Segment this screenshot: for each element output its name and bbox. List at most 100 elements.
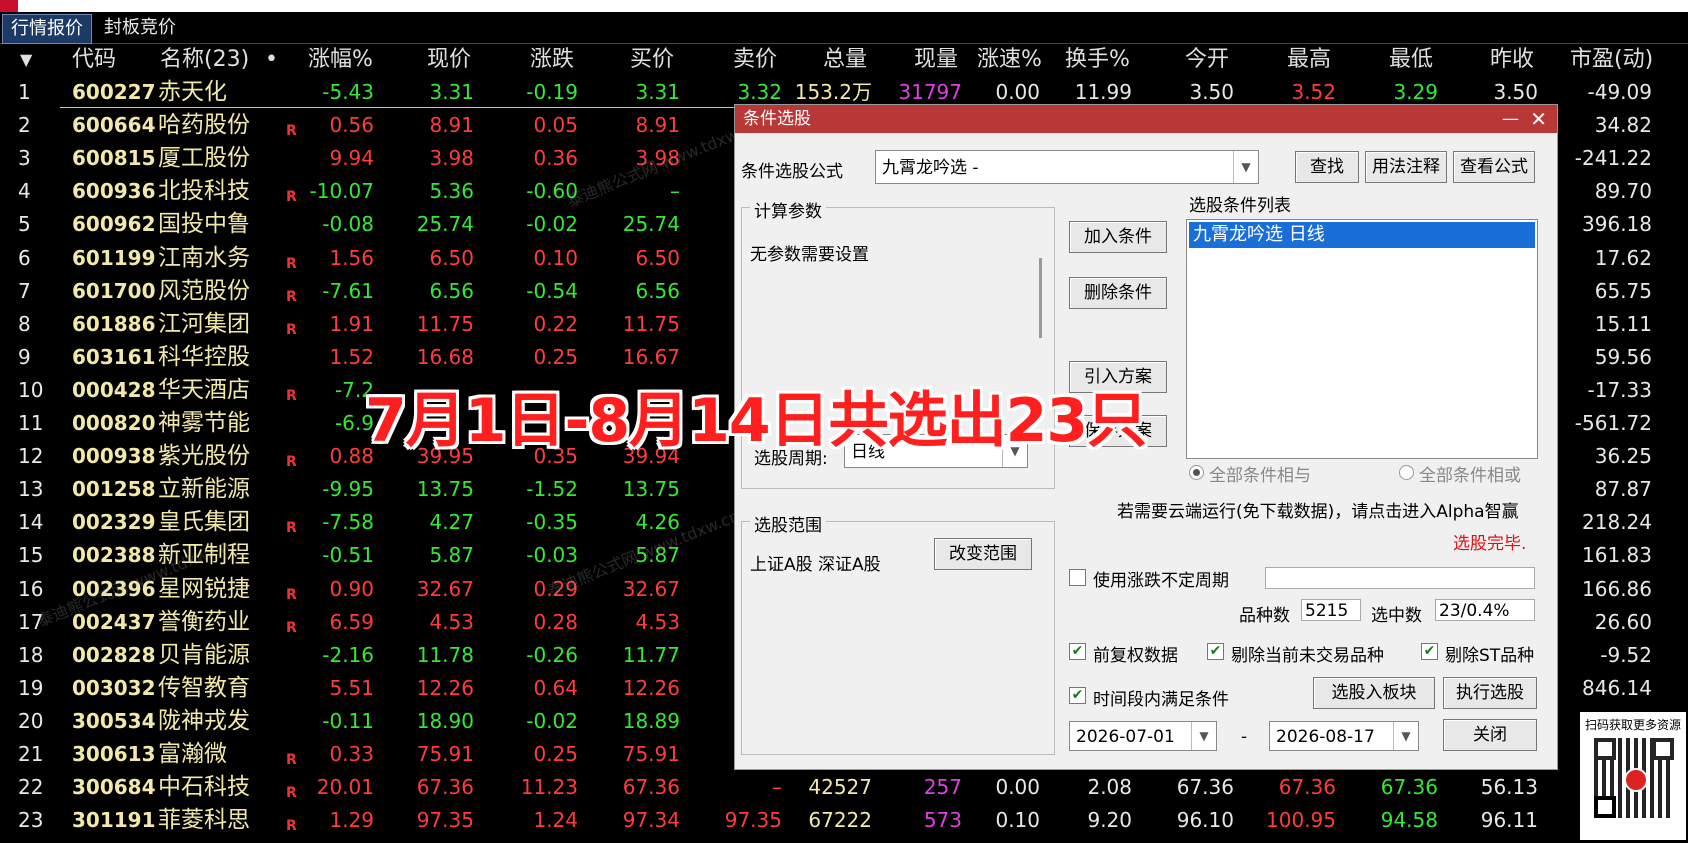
exclude-notrade-label: 剔除当前未交易品种 — [1231, 646, 1384, 666]
cell-name: 华天酒店 — [158, 376, 250, 403]
cell-idx: 19 — [18, 675, 44, 700]
col-low[interactable]: 最低 — [1389, 44, 1433, 76]
cell-chg: 11.23 — [520, 775, 578, 800]
cell-code: 600664 — [72, 113, 156, 138]
to-block-button[interactable]: 选股入板块 — [1313, 677, 1435, 709]
chevron-down-icon[interactable]: ▼ — [1233, 151, 1258, 183]
delete-condition-button[interactable]: 删除条件 — [1069, 277, 1167, 309]
cell-price: 3.31 — [429, 80, 474, 104]
view-formula-button[interactable]: 查看公式 — [1453, 151, 1535, 183]
cell-chg: -0.26 — [526, 642, 578, 667]
tab-quotes[interactable]: 行情报价 — [2, 14, 92, 44]
cell-pe: 166.86 — [1582, 576, 1652, 601]
chevron-down-icon[interactable]: ▼ — [1191, 722, 1216, 750]
col-pe[interactable]: 市盈(动) — [1570, 44, 1653, 76]
cell-bid: 11.75 — [622, 311, 680, 336]
uncertain-period-checkbox[interactable] — [1069, 569, 1086, 586]
cell-idx: 5 — [18, 212, 31, 237]
cell-pct: -7.2 — [334, 377, 374, 402]
qr-code-panel[interactable]: 扫码获取更多资源 — [1580, 712, 1686, 840]
cell-code: 000938 — [72, 444, 156, 469]
exclude-notrade-checkbox[interactable]: ✔ — [1207, 643, 1224, 660]
col-price[interactable]: 现价 — [427, 44, 471, 76]
cell-idx: 8 — [18, 311, 31, 336]
tab-bar: 行情报价 封板竞价 — [0, 12, 1688, 44]
cell-name: 紫光股份 — [158, 443, 250, 470]
minimize-icon[interactable]: — — [1502, 105, 1519, 133]
cell-pe: -9.52 — [1600, 642, 1652, 667]
cell-name: 立新能源 — [158, 476, 250, 503]
col-change-pct[interactable]: 涨幅% — [308, 44, 373, 76]
cell-pct: 0.33 — [329, 742, 374, 766]
col-speed[interactable]: 涨速% — [977, 44, 1042, 76]
cell-low: 67.36 — [1380, 775, 1438, 800]
cell-pct: 9.94 — [329, 146, 374, 171]
col-high[interactable]: 最高 — [1287, 44, 1331, 76]
date-from-picker[interactable]: 2026-07-01 ▼ — [1069, 721, 1217, 751]
close-icon[interactable]: ✕ — [1530, 105, 1547, 133]
add-condition-button[interactable]: 加入条件 — [1069, 221, 1167, 253]
cell-bid: 6.56 — [635, 278, 680, 303]
cell-chg: -0.19 — [526, 80, 578, 104]
condition-list-item[interactable]: 九霄龙吟选 日线 — [1189, 222, 1535, 248]
dialog-title-bar[interactable]: 条件选股 — ✕ — [735, 105, 1557, 133]
col-prev-close[interactable]: 昨收 — [1490, 44, 1534, 76]
cell-code: 601199 — [72, 245, 156, 270]
cell-idx: 13 — [18, 477, 44, 502]
radio-or-label: 全部条件相或 — [1419, 466, 1521, 486]
col-open[interactable]: 今开 — [1185, 44, 1229, 76]
cloud-run-text[interactable]: 若需要云端运行(免下载数据)，请点击进入Alpha智赢 — [1117, 497, 1519, 522]
tab-auction[interactable]: 封板竞价 — [96, 14, 184, 42]
formula-select[interactable]: 九霄龙吟选 - ▼ — [875, 150, 1259, 184]
cell-cur: 573 — [923, 808, 962, 833]
col-turnover[interactable]: 换手% — [1065, 44, 1130, 76]
usage-notes-button[interactable]: 用法注释 — [1365, 151, 1447, 183]
range-group-title: 选股范围 — [750, 511, 826, 536]
close-button[interactable]: 关闭 — [1443, 719, 1537, 751]
table-row[interactable]: 23 301191 菲菱科思 R 1.29 97.35 1.24 97.34 97.35 6722… — [0, 804, 1688, 837]
cell-price: 4.53 — [429, 609, 474, 634]
cell-pe: 87.87 — [1594, 477, 1652, 502]
col-current-vol[interactable]: 现量 — [914, 44, 958, 76]
cell-open: 96.10 — [1176, 808, 1234, 833]
find-button[interactable]: 查找 — [1295, 151, 1359, 183]
cell-bid: 97.34 — [622, 808, 680, 833]
col-change[interactable]: 涨跌 — [530, 44, 574, 76]
change-range-button[interactable]: 改变范围 — [934, 538, 1032, 570]
timerange-checkbox[interactable]: ✔ — [1069, 687, 1086, 704]
cell-name: 哈药股份 — [158, 112, 250, 139]
cell-pct: -0.08 — [322, 212, 374, 237]
cell-chg: -0.02 — [526, 708, 578, 733]
radio-or[interactable] — [1399, 465, 1414, 480]
exclude-st-checkbox[interactable]: ✔ — [1421, 643, 1438, 660]
scrollbar[interactable] — [1039, 258, 1042, 338]
cell-pct: -2.16 — [322, 642, 374, 667]
col-name[interactable]: 名称(23) — [160, 44, 249, 76]
run-select-button[interactable]: 执行选股 — [1443, 677, 1537, 709]
cell-bid: 6.50 — [635, 245, 680, 270]
cell-code: 300534 — [72, 708, 156, 733]
col-ask[interactable]: 卖价 — [733, 44, 777, 76]
forward-adjust-checkbox[interactable]: ✔ — [1069, 643, 1086, 660]
cell-chg: 0.05 — [533, 113, 578, 138]
cell-bid: 67.36 — [622, 775, 680, 800]
cell-name: 风范股份 — [158, 277, 250, 304]
condition-list[interactable]: 九霄龙吟选 日线 — [1186, 219, 1538, 459]
date-to-picker[interactable]: 2026-08-17 ▼ — [1269, 721, 1419, 751]
cell-pe: 17.62 — [1594, 245, 1652, 270]
table-row[interactable]: 22 300684 中石科技 R 20.01 67.36 11.23 67.36–42527 2… — [0, 771, 1688, 804]
uncertain-period-field[interactable] — [1265, 567, 1535, 589]
col-bid[interactable]: 买价 — [630, 44, 674, 76]
sort-arrow-icon[interactable]: ▼ — [20, 44, 32, 76]
cell-chg: -0.03 — [526, 543, 578, 568]
timerange-label: 时间段内满足条件 — [1093, 690, 1229, 710]
col-code[interactable]: 代码 — [72, 44, 116, 76]
radio-and[interactable] — [1189, 465, 1204, 480]
cell-bid: 12.26 — [622, 675, 680, 700]
cell-price: 18.90 — [416, 708, 474, 733]
chevron-down-icon[interactable]: ▼ — [1393, 722, 1418, 750]
cell-price: 11.75 — [416, 311, 474, 336]
col-volume[interactable]: 总量 — [823, 44, 867, 76]
formula-value: 九霄龙吟选 - — [882, 158, 979, 178]
cell-bid: 11.77 — [622, 642, 680, 667]
